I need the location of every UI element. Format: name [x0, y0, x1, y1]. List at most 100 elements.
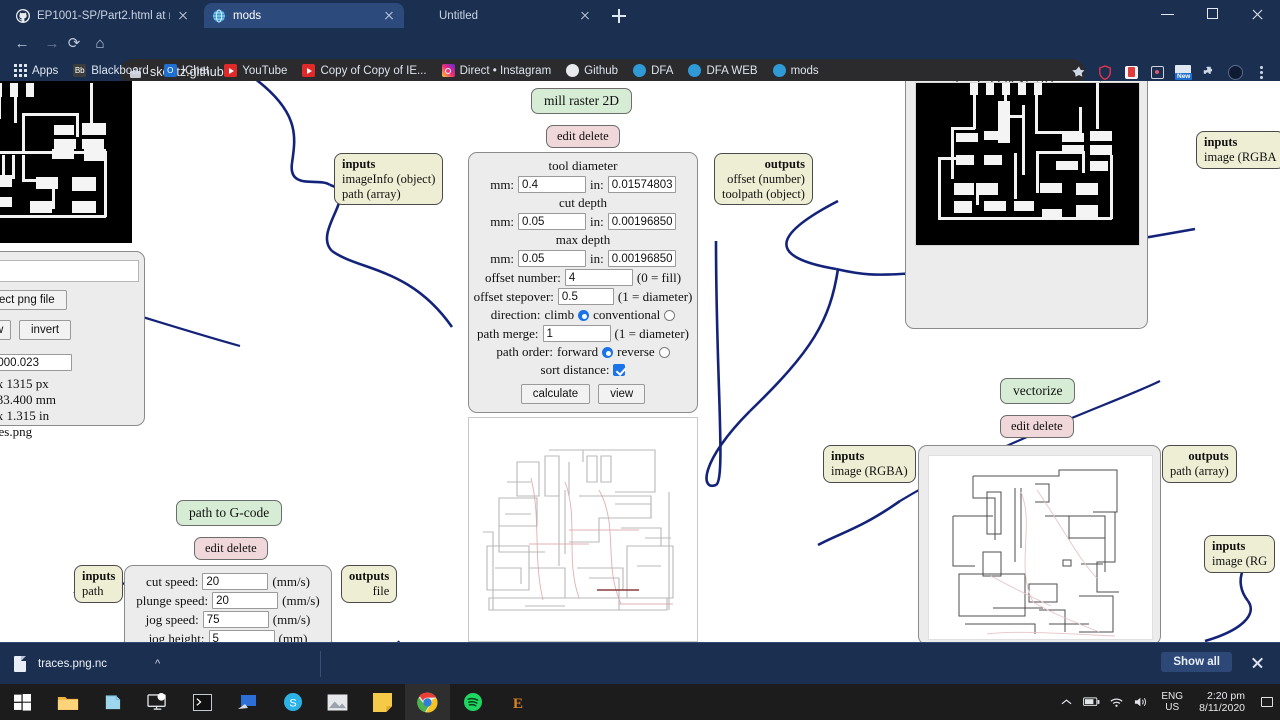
path-order-reverse-radio[interactable]: [658, 346, 670, 358]
close-icon[interactable]: [1250, 656, 1264, 670]
tab-0[interactable]: EP1001-SP/Part2.html at main - C: [8, 3, 198, 28]
back-icon[interactable]: ←: [10, 32, 34, 56]
bookmark-ichat[interactable]: O IChat: [163, 64, 209, 77]
offset-stepover-input[interactable]: [557, 288, 614, 305]
bookmark-youtube[interactable]: YouTube: [224, 64, 287, 77]
new-tab-button[interactable]: [608, 5, 630, 27]
minimize-icon[interactable]: [1145, 0, 1190, 28]
notification-icon[interactable]: [1254, 684, 1280, 720]
bookmark-github[interactable]: Github: [566, 64, 618, 77]
bookmark-dfa[interactable]: DFA: [633, 64, 673, 77]
max-depth-mm-input[interactable]: [518, 250, 587, 267]
volume-icon[interactable]: [1129, 684, 1154, 720]
bookmark-blackboard[interactable]: Bb Blackboard: [73, 64, 149, 77]
tab-2[interactable]: Untitled: [410, 3, 600, 28]
mill-raster-2d-title[interactable]: mill raster 2D: [531, 88, 632, 114]
cut-depth-in-input[interactable]: [607, 213, 676, 230]
mill-outputs-box[interactable]: outputs offset (number) toolpath (object…: [714, 153, 813, 206]
path-to-gcode-edit-delete[interactable]: edit delete: [194, 537, 268, 560]
show-all-button[interactable]: Show all: [1161, 652, 1232, 672]
terminal-icon[interactable]: [180, 684, 225, 720]
download-item[interactable]: traces.png.nc ^: [14, 655, 160, 672]
spotify-icon[interactable]: [450, 684, 495, 720]
jog-height-input[interactable]: [208, 630, 275, 642]
max-depth-in-input[interactable]: [607, 250, 676, 267]
photos-icon[interactable]: [315, 684, 360, 720]
bookmark-copy-of-copy-of-ie[interactable]: Copy of Copy of IE...: [302, 64, 427, 77]
threshold-panel[interactable]: threshold (0-1): view: [905, 81, 1148, 329]
vectorize-outputs-box[interactable]: outputs path (array): [1162, 445, 1237, 483]
teamviewer-icon[interactable]: [225, 684, 270, 720]
store-icon[interactable]: [90, 684, 135, 720]
mill-inputs-box[interactable]: inputs imageInfo (object) path (array): [334, 153, 444, 206]
sort-distance-checkbox[interactable]: [613, 364, 626, 376]
skype-icon[interactable]: S: [270, 684, 315, 720]
path-order-forward-radio[interactable]: [602, 346, 614, 358]
vectorize-inputs-box[interactable]: inputs image (RGBA): [823, 445, 916, 483]
vectorize-title[interactable]: vectorize: [1000, 378, 1076, 404]
home-icon[interactable]: ⌂: [88, 32, 112, 56]
vectorize-panel[interactable]: [918, 445, 1161, 642]
path-to-gcode-panel[interactable]: cut speed: (mm/s) plunge speed: (mm/s) j…: [124, 565, 332, 642]
tab-close-icon[interactable]: [382, 9, 396, 23]
direction-label: direction:: [490, 307, 541, 322]
tool-diameter-in-input[interactable]: [607, 176, 676, 193]
view-button[interactable]: w: [0, 320, 11, 340]
windows-start-icon[interactable]: [0, 684, 45, 720]
direction-conventional-radio[interactable]: [664, 309, 676, 321]
language-indicator[interactable]: ENG US: [1154, 691, 1190, 713]
mill-raster-2d-edit-delete[interactable]: edit delete: [546, 125, 620, 148]
far-right-inputs-lower[interactable]: inputs image (RG: [1204, 535, 1276, 573]
calculate-button[interactable]: calculate: [520, 384, 591, 404]
offset-number-input[interactable]: [564, 269, 633, 286]
far-right-inputs-upper[interactable]: inputs image (RGBA: [1196, 131, 1280, 169]
globe-icon: [772, 64, 786, 77]
bookmark-direct-instagram[interactable]: Direct • Instagram: [441, 64, 551, 77]
dpi-input[interactable]: [0, 354, 72, 371]
bookmark-dfa-web[interactable]: DFA WEB: [688, 64, 758, 77]
eagle-icon[interactable]: E: [495, 684, 540, 720]
view-button[interactable]: view: [598, 384, 646, 404]
bookmarks-bar: Apps Bb Blackboard O IChat YouTube Copy …: [0, 60, 1280, 81]
mods-canvas[interactable]: ect png file w invert 2 x 1315 px x 33.4…: [0, 81, 1280, 642]
tool-diameter-mm-label: mm:: [490, 176, 515, 192]
direction-climb-radio[interactable]: [578, 309, 590, 321]
cut-depth-mm-input[interactable]: [518, 213, 587, 230]
cut-speed-input[interactable]: [202, 573, 269, 590]
outlook-icon: O: [163, 64, 177, 77]
tab-close-icon[interactable]: [176, 9, 190, 23]
file-explorer-icon[interactable]: [45, 684, 90, 720]
maximize-icon[interactable]: [1190, 0, 1235, 28]
path-merge-input[interactable]: [542, 325, 611, 342]
clock[interactable]: 2:20 pm 8/11/2020: [1190, 690, 1254, 714]
remote-desktop-icon[interactable]: [135, 684, 180, 720]
wifi-icon[interactable]: [1104, 684, 1129, 720]
battery-icon[interactable]: [1079, 684, 1104, 720]
forward-icon[interactable]: →: [40, 32, 64, 56]
tab-close-icon[interactable]: [578, 9, 592, 23]
notepad-icon[interactable]: [360, 684, 405, 720]
path-to-gcode-title[interactable]: path to G-code: [176, 500, 283, 526]
vectorize-edit-delete[interactable]: edit delete: [1000, 415, 1074, 438]
tab-1[interactable]: mods: [204, 3, 404, 28]
tool-diameter-mm-input[interactable]: [518, 176, 587, 193]
png-info-line-2: 2 x 1.315 in: [0, 408, 50, 423]
chevron-up-icon[interactable]: [1054, 684, 1079, 720]
plunge-speed-input[interactable]: [212, 592, 279, 609]
reload-icon[interactable]: ⟳: [62, 32, 86, 56]
gcode-inputs-box[interactable]: inputs path: [74, 565, 124, 603]
bookmark-mods[interactable]: mods: [772, 64, 819, 77]
read-png-panel[interactable]: ect png file w invert 2 x 1315 px x 33.4…: [0, 251, 145, 439]
jog-speed-input[interactable]: [202, 611, 269, 628]
close-icon[interactable]: [1235, 0, 1280, 28]
tool-diameter-in-label: in:: [590, 176, 604, 192]
chrome-icon[interactable]: [405, 684, 450, 720]
mill-raster-2d-panel[interactable]: tool diameter mm: in: cut depth mm: in: …: [468, 152, 698, 413]
select-png-file-button[interactable]: ect png file: [0, 290, 67, 310]
bookmark-apps[interactable]: Apps: [14, 64, 58, 77]
bookmark-label: mods: [790, 64, 819, 77]
invert-button[interactable]: invert: [19, 320, 72, 340]
navigation-bar: ← → ⟳ ⌂ skeatz.github.io New: [0, 28, 1280, 85]
chevron-up-icon[interactable]: ^: [155, 658, 160, 670]
gcode-outputs-box[interactable]: outputs file: [341, 565, 398, 603]
